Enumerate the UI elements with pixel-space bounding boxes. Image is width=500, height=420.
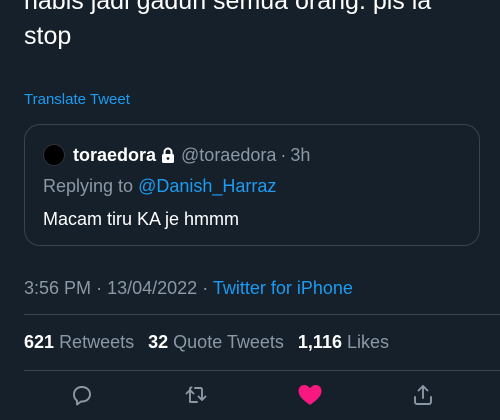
avatar[interactable] [43,144,65,166]
lock-icon [161,147,175,163]
like-button[interactable] [297,384,323,410]
quote-tweets-count: 32 [148,332,169,352]
quoted-tweet-text: Macam tiru KA je hmmm [43,209,240,229]
quote-tweets-stat[interactable]: 32 Quote Tweets [148,332,284,352]
share-button[interactable] [410,384,436,410]
like-icon [297,383,323,412]
translate-tweet-link[interactable]: Translate Tweet [24,91,130,108]
tweet-actions-bar [0,374,500,420]
tweet-meta: 3:56 PM · 13/04/2022 · Twitter for iPhon… [24,278,353,299]
separator-dot: · [280,144,287,165]
retweets-stat[interactable]: 621 Retweets [24,332,134,352]
tweet-source-link[interactable]: Twitter for iPhone [213,278,353,298]
replying-to-mention[interactable]: @Danish_Harraz [138,176,276,196]
retweets-count: 621 [24,332,55,352]
share-icon [411,383,435,412]
likes-stat[interactable]: 1,116 Likes [298,332,389,352]
replying-to: Replying to @Danish_Harraz [43,176,276,197]
replying-to-label: Replying to [43,176,139,196]
quoted-tweet-time[interactable]: 3h [290,145,310,166]
likes-label: Likes [347,332,390,352]
tweet-text: habis jadi gaduh semua orang. pls la sto… [24,0,432,50]
quoted-tweet[interactable]: toraedora @toraedora · 3h Replying to @D… [24,124,480,246]
quoted-tweet-header: toraedora @toraedora · 3h [43,143,310,167]
retweet-button[interactable] [183,384,209,410]
separator-dot: · [202,278,209,298]
reply-button[interactable] [69,384,95,410]
tweet-time[interactable]: 3:56 PM [24,278,91,298]
tweet-stats: 621 Retweets 32 Quote Tweets 1,116 Likes [24,332,398,353]
divider [24,370,500,371]
quoted-author-name[interactable]: toraedora [73,145,156,166]
retweets-label: Retweets [59,332,135,352]
tweet-date[interactable]: 13/04/2022 [107,278,197,298]
retweet-icon [184,383,208,412]
separator-dot: · [96,278,103,298]
likes-count: 1,116 [297,332,342,352]
reply-icon [70,383,94,412]
quote-tweets-label: Quote Tweets [173,332,284,352]
divider [24,314,500,315]
quoted-author-handle[interactable]: @toraedora [181,145,276,166]
